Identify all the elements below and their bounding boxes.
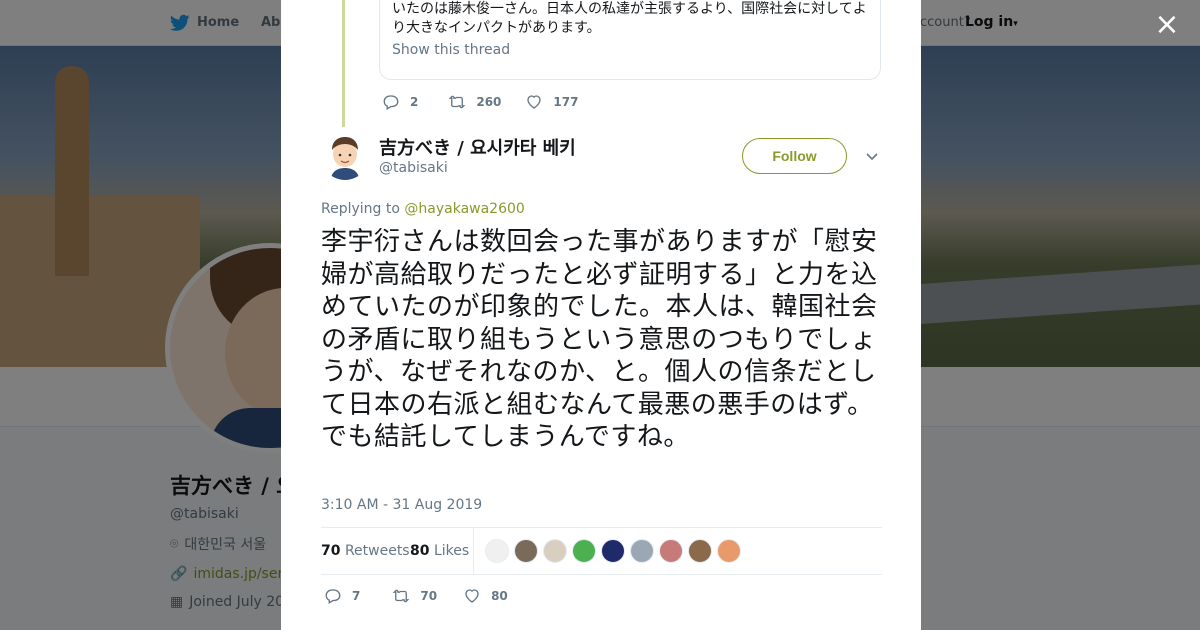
show-thread-link[interactable]: Show this thread — [392, 42, 868, 58]
chevron-down-icon[interactable] — [865, 150, 879, 164]
tweet-actions: 7 70 80 — [324, 587, 532, 605]
tweet-stats: 70 Retweets 80 Likes — [321, 527, 882, 575]
close-icon[interactable]: × — [1152, 10, 1182, 40]
author-name[interactable]: 吉方べき / 요시카타 베키 — [379, 134, 576, 160]
retweet-button[interactable]: 260 — [448, 93, 501, 111]
liker-avatar[interactable] — [514, 539, 538, 563]
author-avatar-image — [321, 132, 369, 180]
replying-to: Replying to @hayakawa2600 — [321, 201, 525, 217]
retweets-stat[interactable]: 70 Retweets — [321, 543, 410, 559]
retweet-count: 260 — [476, 95, 502, 109]
like-button[interactable]: 80 — [463, 587, 508, 605]
like-count: 177 — [553, 95, 579, 109]
liker-avatar[interactable] — [717, 539, 741, 563]
replying-prefix: Replying to — [321, 201, 400, 217]
reply-count: 7 — [352, 589, 361, 603]
tweet-modal: いたのは藤木俊一さん。日本人の私達が主張するより、国際社会に対してより大きなイン… — [281, 0, 921, 630]
liker-avatar[interactable] — [543, 539, 567, 563]
retweet-icon — [392, 589, 410, 603]
previous-tweet-actions: 2 260 177 — [382, 93, 602, 111]
previous-tweet-quote-card[interactable]: いたのは藤木俊一さん。日本人の私達が主張するより、国際社会に対してより大きなイン… — [379, 0, 881, 80]
liker-avatar[interactable] — [485, 539, 509, 563]
heart-icon — [527, 95, 542, 109]
liker-avatar[interactable] — [601, 539, 625, 563]
like-button[interactable]: 177 — [525, 93, 578, 111]
retweet-count: 70 — [420, 589, 438, 603]
tweet-text: 李宇衍さんは数回会った事がありますが「慰安婦が高給取りだったと必ず証明する」と力… — [321, 227, 878, 452]
author-handle[interactable]: @tabisaki — [379, 160, 448, 176]
replying-to-mention[interactable]: @hayakawa2600 — [404, 201, 524, 217]
reply-count: 2 — [410, 95, 419, 109]
follow-button[interactable]: Follow — [742, 138, 847, 174]
liker-avatar[interactable] — [659, 539, 683, 563]
reply-icon — [383, 95, 399, 110]
likes-stat-label: Likes — [433, 543, 470, 559]
reply-icon — [325, 589, 341, 604]
retweets-stat-label: Retweets — [344, 543, 410, 559]
thread-connector — [342, 0, 345, 127]
liker-avatar[interactable] — [630, 539, 654, 563]
like-count: 80 — [491, 589, 508, 603]
tweet-timestamp[interactable]: 3:10 AM - 31 Aug 2019 — [321, 497, 482, 513]
retweet-button[interactable]: 70 — [392, 587, 437, 605]
retweet-icon — [448, 95, 466, 109]
author-avatar[interactable] — [321, 132, 369, 180]
likers-avatars — [485, 539, 741, 563]
liker-avatar[interactable] — [572, 539, 596, 563]
liker-avatar[interactable] — [688, 539, 712, 563]
reply-button[interactable]: 2 — [382, 93, 418, 111]
heart-icon — [465, 589, 479, 603]
reply-button[interactable]: 7 — [324, 587, 360, 605]
retweets-stat-count: 70 — [321, 543, 341, 559]
likes-stat-count: 80 — [410, 543, 430, 559]
likes-stat[interactable]: 80 Likes — [410, 543, 469, 559]
previous-tweet-text: いたのは藤木俊一さん。日本人の私達が主張するより、国際社会に対してより大きなイン… — [392, 1, 867, 36]
stats-divider — [473, 528, 474, 574]
